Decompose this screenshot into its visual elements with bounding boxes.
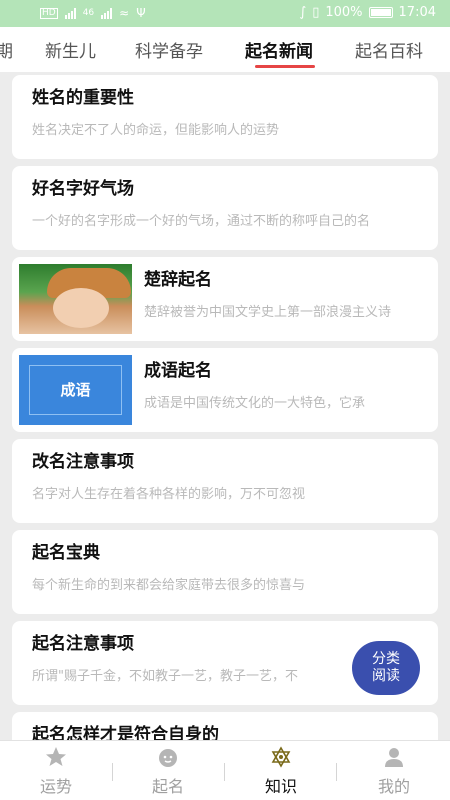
float-button-line1: 分类: [372, 651, 400, 667]
battery-percent: 100%: [325, 5, 363, 20]
battery-icon: [368, 7, 393, 18]
article-title: 好名字好气场: [32, 179, 134, 199]
wifi-icon: ≈: [119, 6, 130, 20]
bottom-nav: 运势 起名 知识 我的: [0, 740, 450, 800]
baby-thumbnail: [19, 264, 132, 334]
nav-naming[interactable]: 起名: [112, 741, 224, 800]
category-reading-button[interactable]: 分类 阅读: [352, 641, 420, 695]
article-card[interactable]: 好名字好气场 一个好的名字形成一个好的气场，通过不断的称呼自己的名: [12, 166, 438, 250]
nav-label: 知识: [264, 777, 297, 796]
nav-label: 起名: [151, 777, 184, 796]
tab-partial[interactable]: 期: [0, 37, 13, 62]
tab-newborn[interactable]: 新生儿: [45, 37, 96, 62]
clock: 17:04: [398, 5, 436, 20]
article-title: 成语起名: [144, 361, 212, 381]
vibrate-icon: ▯: [312, 5, 320, 20]
status-right: ∫ ▯ 100% 17:04: [299, 5, 436, 20]
usb-icon: Ψ: [136, 6, 146, 20]
status-left: HD 46 ≈ Ψ: [40, 6, 146, 20]
tab-pregnancy[interactable]: 科学备孕: [135, 37, 203, 62]
nav-knowledge[interactable]: 知识: [225, 741, 337, 800]
tab-naming-news[interactable]: 起名新闻: [245, 37, 313, 62]
article-card[interactable]: 成语 成语起名 成语是中国传统文化的一大特色，它承: [12, 348, 438, 432]
status-bar: HD 46 ≈ Ψ ∫ ▯ 100% 17:04: [0, 0, 450, 27]
user-icon: [385, 748, 403, 767]
article-title: 起名怎样才是符合自身的: [32, 725, 219, 740]
chengyu-thumbnail: 成语: [19, 355, 132, 425]
hd-icon: HD: [40, 7, 58, 19]
nav-mine[interactable]: 我的: [338, 741, 450, 800]
baby-face-icon: [159, 749, 177, 767]
article-title: 起名注意事项: [32, 634, 134, 654]
article-card[interactable]: 起名怎样才是符合自身的: [12, 712, 438, 740]
article-card[interactable]: 起名宝典 每个新生命的到来都会给家庭带去很多的惊喜与: [12, 530, 438, 614]
signal-label: 46: [82, 8, 95, 18]
face-shape: [53, 288, 109, 328]
article-desc: 一个好的名字形成一个好的气场，通过不断的称呼自己的名: [32, 214, 371, 229]
article-desc: 姓名决定不了人的命运，但能影响人的运势: [32, 123, 280, 138]
article-desc: 楚辞被誉为中国文学史上第一部浪漫主义诗: [144, 305, 392, 320]
float-button-line2: 阅读: [372, 668, 400, 684]
signal-icon-2: [101, 7, 113, 19]
article-desc: 成语是中国传统文化的一大特色，它承: [144, 396, 366, 411]
bluetooth-icon: ∫: [299, 5, 307, 20]
category-tabs: 期 新生儿 科学备孕 起名新闻 起名百科: [0, 27, 450, 72]
article-list[interactable]: 姓名的重要性 姓名决定不了人的命运，但能影响人的运势 好名字好气场 一个好的名字…: [0, 72, 450, 740]
nav-fortune[interactable]: 运势: [0, 741, 112, 800]
signal-icon: [64, 7, 76, 19]
article-title: 楚辞起名: [144, 270, 212, 290]
star-icon: [46, 747, 66, 766]
nav-label: 我的: [377, 777, 410, 796]
article-desc: 每个新生命的到来都会给家庭带去很多的惊喜与: [32, 578, 306, 593]
article-title: 改名注意事项: [32, 452, 134, 472]
tab-naming-wiki[interactable]: 起名百科: [355, 37, 423, 62]
tab-indicator: [255, 65, 315, 68]
nav-divider: [336, 763, 337, 781]
thumbnail-text: 成语: [60, 381, 91, 399]
article-card[interactable]: 楚辞起名 楚辞被誉为中国文学史上第一部浪漫主义诗: [12, 257, 438, 341]
article-title: 起名宝典: [32, 543, 100, 563]
article-card[interactable]: 改名注意事项 名字对人生存在着各种各样的影响，万不可忽视: [12, 439, 438, 523]
article-card[interactable]: 姓名的重要性 姓名决定不了人的命运，但能影响人的运势: [12, 75, 438, 159]
nav-label: 运势: [39, 777, 72, 796]
article-desc: 名字对人生存在着各种各样的影响，万不可忽视: [32, 487, 306, 502]
hexagram-icon: [271, 746, 291, 768]
article-title: 姓名的重要性: [32, 88, 134, 108]
